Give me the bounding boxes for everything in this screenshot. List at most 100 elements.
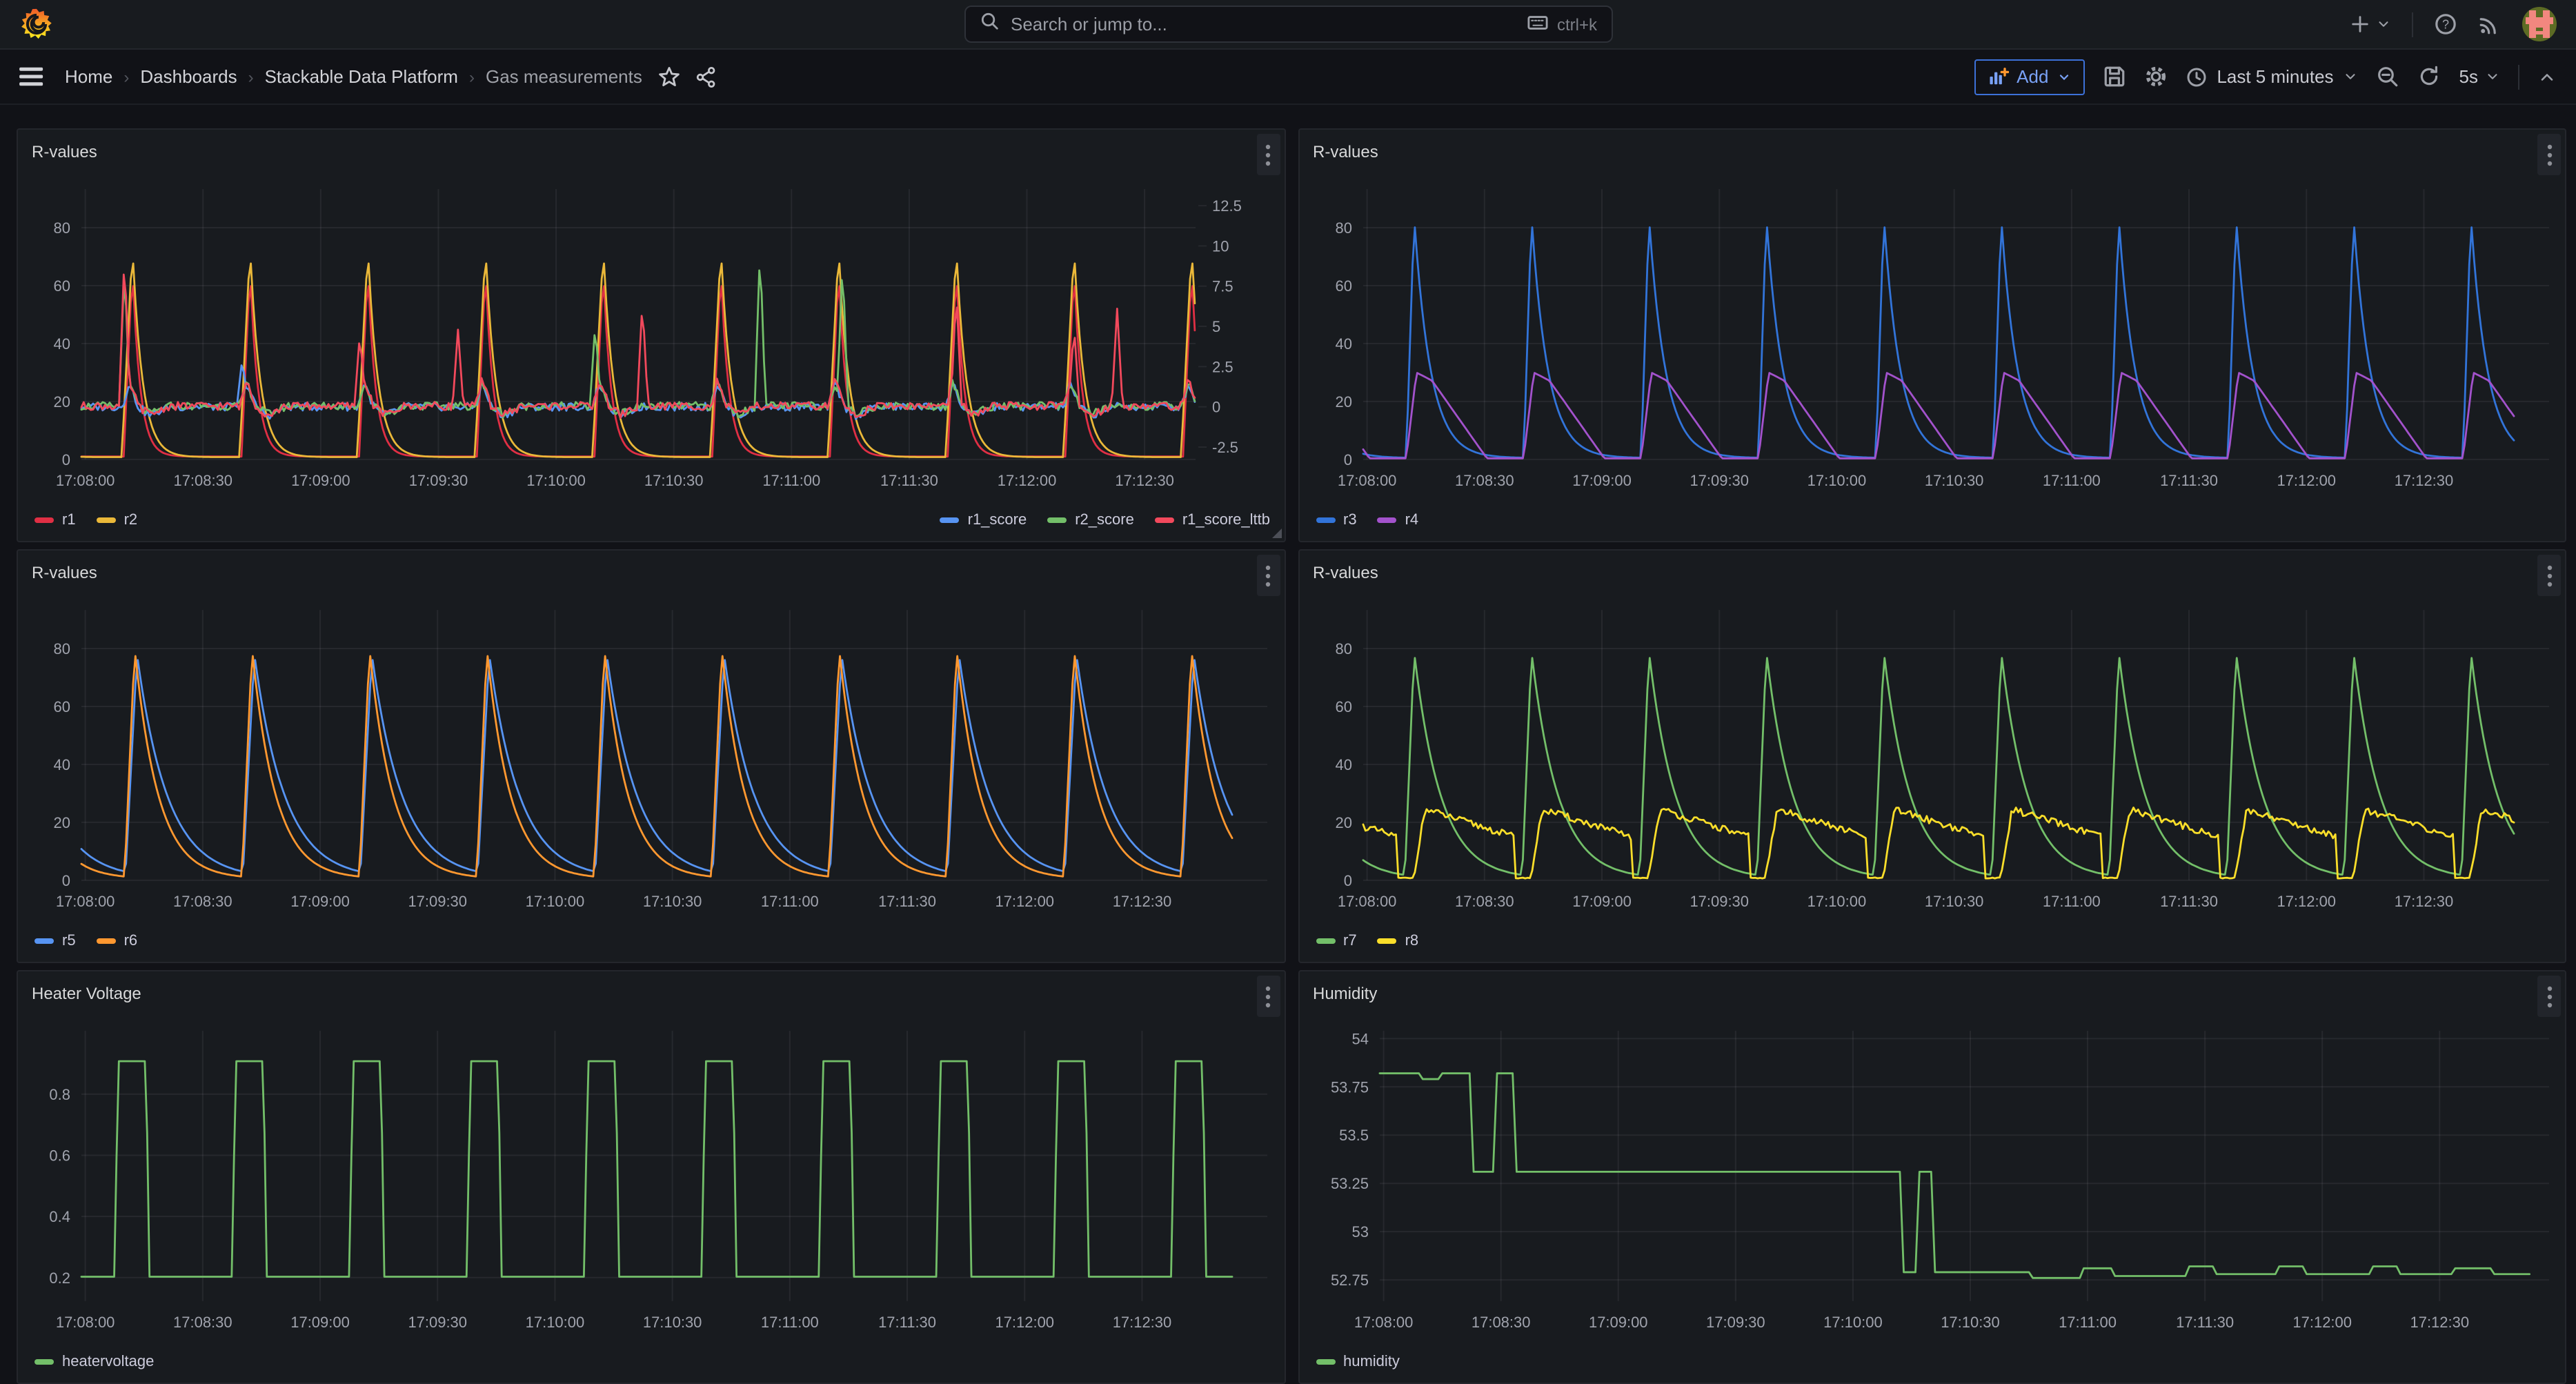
settings-gear-icon[interactable]	[2143, 65, 2167, 88]
timeseries-chart[interactable]: 17:08:0017:08:3017:09:0017:09:3017:10:00…	[1299, 175, 2565, 506]
legend-swatch	[34, 938, 54, 944]
panel-legend: r5 r6	[18, 927, 1284, 955]
breadcrumb-current: Gas measurements	[486, 66, 642, 87]
panel-menu-button[interactable]	[2537, 555, 2561, 596]
collapse-toolbar-button[interactable]	[2537, 67, 2557, 86]
svg-text:17:08:30: 17:08:30	[1454, 893, 1514, 910]
legend-swatch	[1378, 517, 1397, 523]
panel-menu-button[interactable]	[2537, 976, 2561, 1017]
panel-menu-button[interactable]	[1256, 555, 1280, 596]
star-button[interactable]	[659, 66, 681, 88]
legend-label: r6	[124, 933, 138, 949]
panel-legend: r7 r8	[1299, 927, 2565, 955]
svg-text:0.6: 0.6	[49, 1147, 70, 1164]
svg-text:40: 40	[1335, 335, 1351, 353]
news-rss-icon[interactable]	[2478, 12, 2501, 36]
svg-text:?: ?	[2442, 17, 2449, 31]
svg-text:17:10:30: 17:10:30	[1940, 1314, 1999, 1331]
svg-text:17:09:30: 17:09:30	[1689, 893, 1748, 910]
svg-text:17:08:00: 17:08:00	[1337, 472, 1396, 489]
share-button[interactable]	[696, 66, 718, 88]
svg-text:17:09:30: 17:09:30	[408, 893, 467, 910]
legend-item-r1_score[interactable]: r1_score	[940, 512, 1027, 528]
panel-r-values-2: R-values 17:08:0017:08:3017:09:0017:09:3…	[1298, 128, 2566, 542]
search-input[interactable]: Search or jump to... ctrl+k	[964, 6, 1612, 43]
svg-text:5: 5	[1212, 318, 1220, 335]
legend-item-r2[interactable]: r2	[97, 512, 138, 528]
panel-menu-button[interactable]	[1256, 976, 1280, 1017]
grafana-logo[interactable]	[19, 7, 54, 41]
legend-item-r7[interactable]: r7	[1316, 933, 1357, 949]
svg-text:17:11:30: 17:11:30	[878, 893, 936, 910]
svg-text:10: 10	[1212, 237, 1229, 255]
legend-item-r6[interactable]: r6	[97, 933, 138, 949]
svg-text:17:10:00: 17:10:00	[526, 1314, 585, 1331]
breadcrumb-dashboards[interactable]: Dashboards	[140, 66, 237, 87]
svg-text:53: 53	[1351, 1223, 1368, 1240]
timeseries-chart[interactable]: 17:08:0017:08:3017:09:0017:09:3017:10:00…	[1299, 596, 2565, 927]
svg-text:17:10:30: 17:10:30	[644, 472, 704, 489]
svg-text:17:11:30: 17:11:30	[2159, 472, 2217, 489]
timeseries-chart[interactable]: 17:08:0017:08:3017:09:0017:09:3017:10:00…	[18, 1017, 1284, 1348]
svg-text:17:12:00: 17:12:00	[2276, 472, 2335, 489]
panel-resize-handle[interactable]	[1271, 528, 1281, 538]
svg-text:17:08:30: 17:08:30	[173, 472, 232, 489]
legend-item-heatervoltage[interactable]: heatervoltage	[34, 1354, 154, 1370]
svg-text:17:10:00: 17:10:00	[1823, 1314, 1882, 1331]
svg-text:40: 40	[1335, 756, 1351, 773]
panel-menu-button[interactable]	[1256, 134, 1280, 175]
panel-header[interactable]: Humidity	[1299, 971, 2565, 1017]
panel-legend: heatervoltage	[18, 1348, 1284, 1376]
menu-button[interactable]	[19, 65, 46, 88]
help-button[interactable]: ?	[2434, 12, 2457, 36]
legend-item-r1[interactable]: r1	[34, 512, 76, 528]
svg-text:17:09:00: 17:09:00	[290, 1314, 350, 1331]
legend-label: humidity	[1343, 1354, 1400, 1370]
legend-label: r8	[1405, 933, 1419, 949]
breadcrumb-home[interactable]: Home	[65, 66, 112, 87]
keyboard-icon	[1527, 12, 1550, 37]
legend-label: r3	[1343, 512, 1357, 528]
legend-item-r3[interactable]: r3	[1316, 512, 1357, 528]
new-button[interactable]	[2350, 14, 2391, 34]
legend-item-r4[interactable]: r4	[1378, 512, 1419, 528]
legend-item-r2_score[interactable]: r2_score	[1047, 512, 1134, 528]
panel-header[interactable]: R-values	[18, 551, 1284, 596]
panel-menu-button[interactable]	[2537, 134, 2561, 175]
legend-label: r2_score	[1075, 512, 1134, 528]
legend-label: r5	[62, 933, 76, 949]
legend-item-r8[interactable]: r8	[1378, 933, 1419, 949]
add-button[interactable]: Add	[1974, 59, 2084, 95]
timeseries-chart[interactable]: 17:08:0017:08:3017:09:0017:09:3017:10:00…	[1299, 1017, 2565, 1348]
legend-item-r5[interactable]: r5	[34, 933, 76, 949]
svg-text:60: 60	[54, 698, 70, 715]
svg-text:0: 0	[1343, 451, 1351, 468]
panel-header[interactable]: R-values	[18, 130, 1284, 175]
svg-text:17:12:00: 17:12:00	[995, 1314, 1054, 1331]
svg-text:20: 20	[1335, 393, 1351, 411]
svg-text:53.25: 53.25	[1330, 1175, 1368, 1192]
panel-header[interactable]: R-values	[1299, 130, 2565, 175]
legend-item-humidity[interactable]: humidity	[1316, 1354, 1400, 1370]
timeseries-chart[interactable]: 17:08:0017:08:3017:09:0017:09:3017:10:00…	[18, 596, 1284, 927]
save-button[interactable]	[2102, 65, 2126, 88]
svg-text:17:10:00: 17:10:00	[1807, 893, 1866, 910]
user-avatar[interactable]	[2522, 7, 2557, 41]
dashboard-grid: R-values 17:08:0017:08:3017:09:0017:09:3…	[0, 105, 2576, 1384]
kebab-menu-icon	[2546, 985, 2552, 1008]
timeseries-chart[interactable]: 17:08:0017:08:3017:09:0017:09:3017:10:00…	[18, 175, 1284, 506]
breadcrumb-folder[interactable]: Stackable Data Platform	[265, 66, 458, 87]
refresh-interval-dropdown[interactable]: 5s	[2459, 66, 2500, 87]
panel-header[interactable]: R-values	[1299, 551, 2565, 596]
zoom-out-button[interactable]	[2377, 65, 2400, 88]
refresh-button[interactable]	[2418, 65, 2441, 88]
kebab-menu-icon	[2546, 564, 2552, 587]
add-panel-icon	[1988, 66, 2008, 87]
panel-header[interactable]: Heater Voltage	[18, 971, 1284, 1017]
svg-text:80: 80	[1335, 640, 1351, 658]
time-range-picker[interactable]: Last 5 minutes	[2185, 66, 2358, 88]
legend-swatch	[1378, 938, 1397, 944]
legend-label: r1_score	[968, 512, 1027, 528]
svg-text:17:12:30: 17:12:30	[2394, 472, 2453, 489]
legend-item-r1_score_lttb[interactable]: r1_score_lttb	[1155, 512, 1270, 528]
